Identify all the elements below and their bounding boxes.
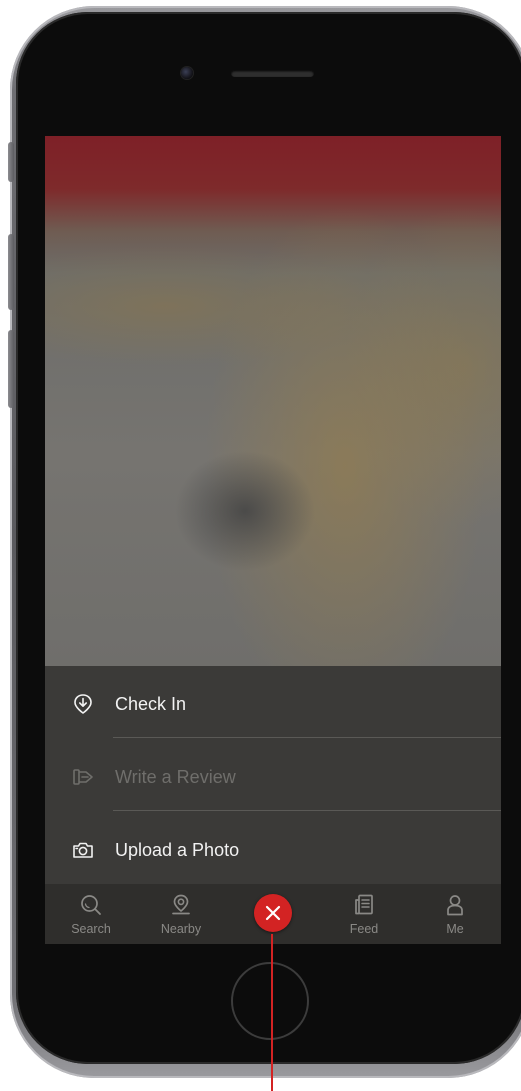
front-camera [181,67,193,79]
close-icon [265,905,281,921]
annotation-pointer-line [271,934,273,1091]
menu-item-label: Upload a Photo [115,840,240,860]
menu-item-label: Check In [115,694,187,714]
blurred-background [45,136,501,666]
menu-item-upload-photo[interactable]: Upload a Photo [45,820,501,880]
volume-down-button [8,330,14,408]
tab-bar: Search Nearby Feed Me [45,884,501,944]
write-review-icon [73,769,93,785]
action-menu: Check In Write a Review Upload a Photo [45,666,501,884]
check-in-icon [74,694,92,714]
close-menu-button[interactable] [254,894,292,932]
app-screen: Check In Write a Review Upload a Photo S… [45,136,501,944]
location-pin-icon [172,894,190,915]
mute-switch [8,142,14,182]
volume-up-button [8,234,14,310]
tab-label: Search [71,922,111,936]
menu-divider [113,810,501,811]
earpiece-speaker [231,70,314,77]
tab-label: Me [446,922,464,936]
menu-divider [113,737,501,738]
profile-icon [447,895,463,916]
menu-item-write-review[interactable]: Write a Review [45,747,501,807]
tab-feed[interactable]: Feed [329,884,399,944]
camera-icon [73,842,93,858]
search-icon [81,895,101,915]
feed-icon [355,894,373,915]
page: Check In Write a Review Upload a Photo S… [0,0,521,1091]
menu-item-label: Write a Review [115,767,236,787]
tab-search[interactable]: Search [56,884,126,944]
tab-label: Feed [349,922,379,936]
tab-label: Nearby [160,922,202,936]
home-button[interactable] [231,962,309,1040]
tab-nearby[interactable]: Nearby [146,884,216,944]
menu-item-check-in[interactable]: Check In [45,674,501,734]
tab-me[interactable]: Me [420,884,490,944]
